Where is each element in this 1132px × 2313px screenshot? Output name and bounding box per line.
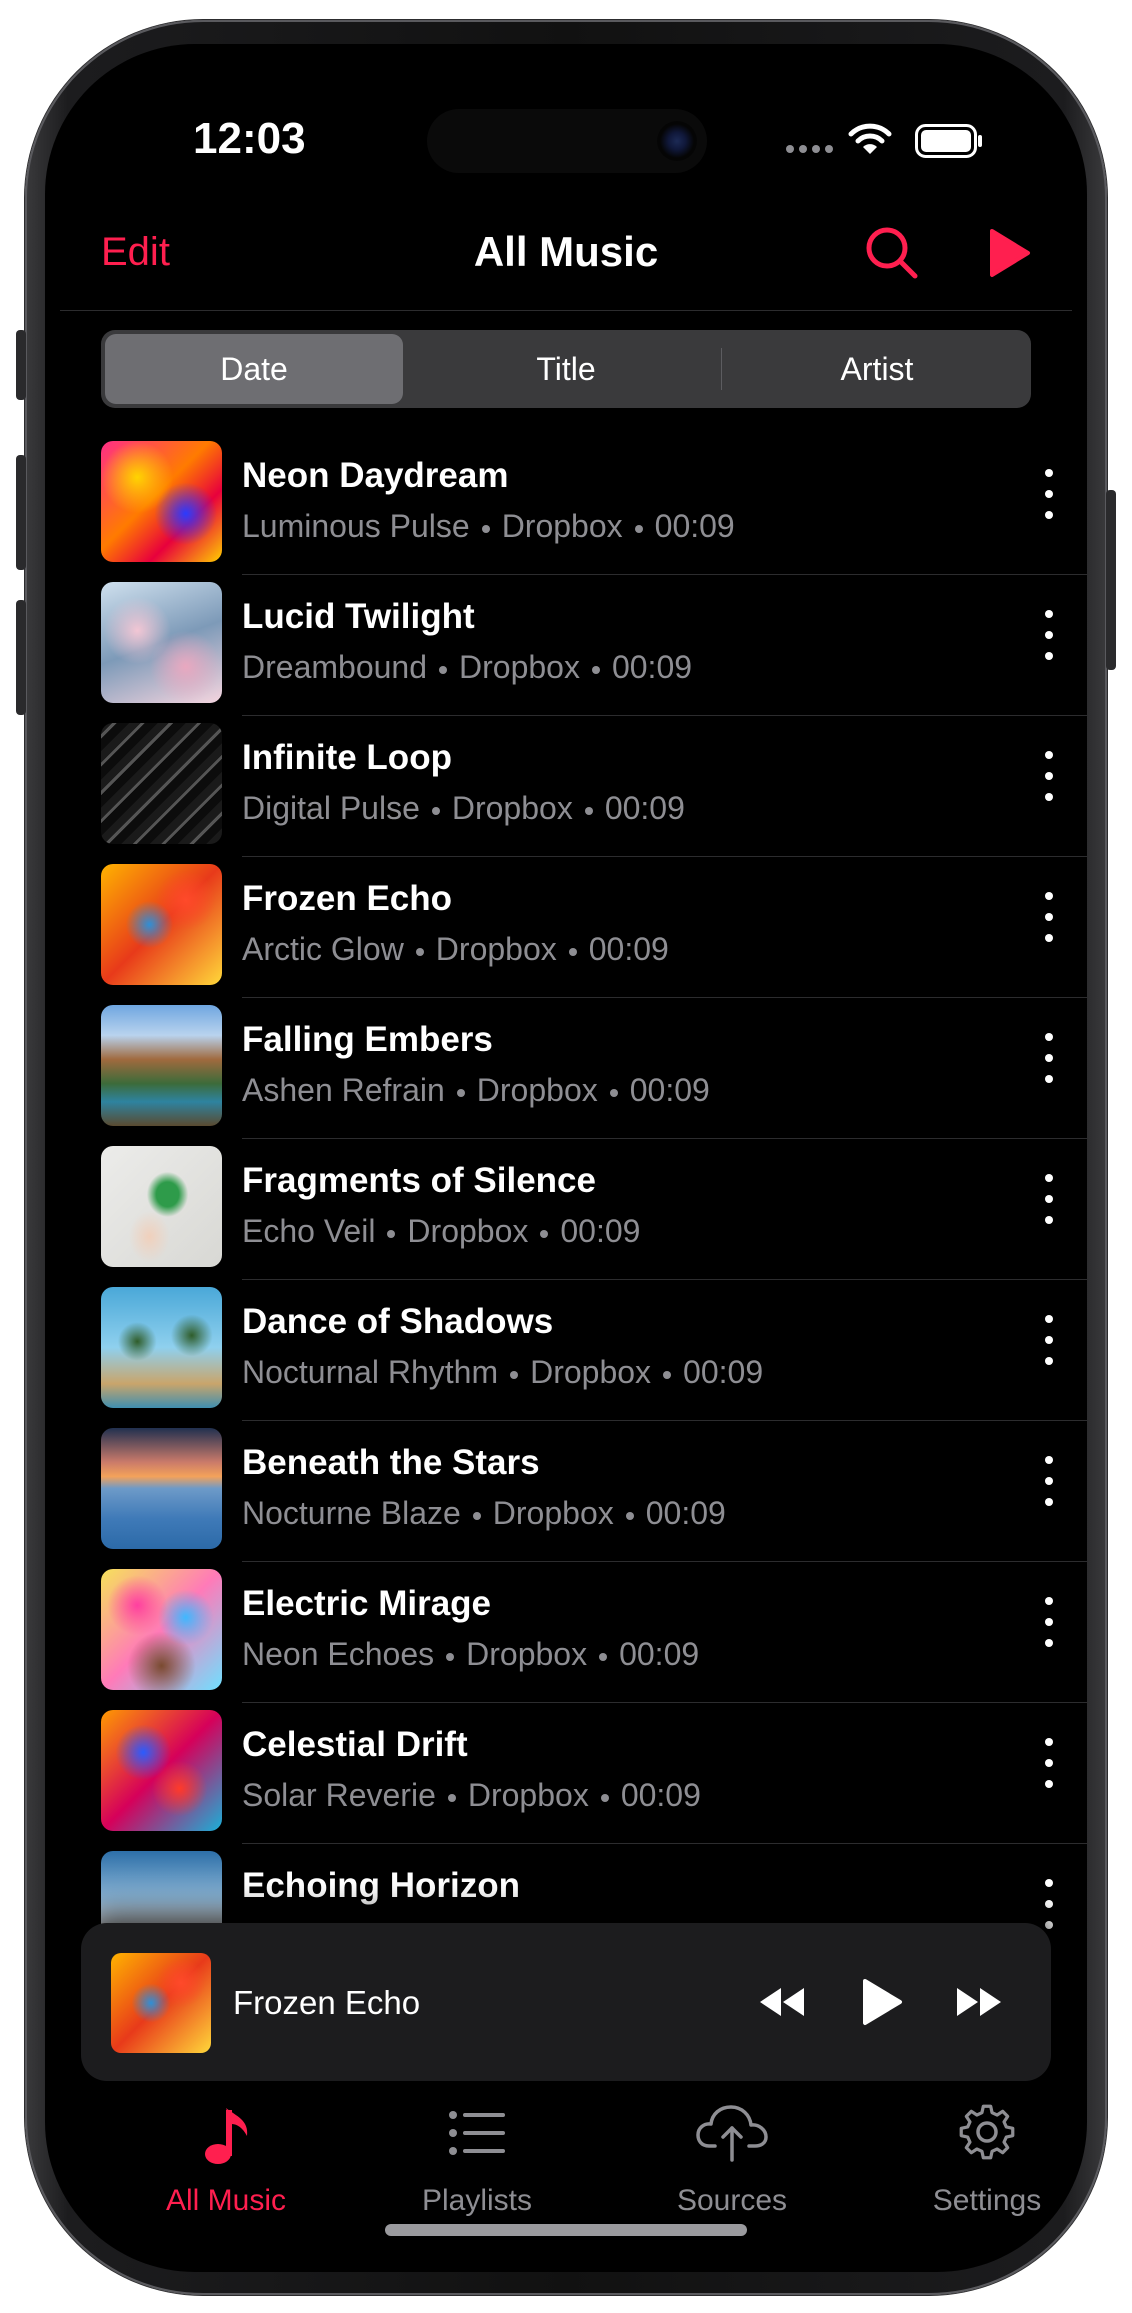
- album-art: [101, 1569, 222, 1690]
- now-playing-title: Frozen Echo: [233, 1984, 421, 2021]
- more-options-icon[interactable]: [1045, 1738, 1053, 1808]
- nav-divider: [60, 310, 1072, 311]
- song-title: Beneath the Stars: [242, 1443, 540, 1482]
- song-title: Falling Embers: [242, 1020, 493, 1059]
- tab-label: Playlists: [421, 2184, 533, 2217]
- home-indicator: [385, 2224, 747, 2236]
- search-icon[interactable]: [863, 224, 921, 287]
- power-button: [1106, 490, 1116, 670]
- song-subtitle: Digital Pulse Dropbox 00:09: [242, 790, 685, 826]
- song-row[interactable]: Dance of Shadows Nocturnal Rhythm Dropbox…: [45, 1280, 1087, 1421]
- more-options-icon[interactable]: [1045, 892, 1053, 962]
- song-row[interactable]: Neon Daydream Luminous Pulse Dropbox 00:09: [45, 434, 1087, 575]
- play-icon[interactable]: [861, 1978, 903, 2031]
- song-row[interactable]: Electric Mirage Neon Echoes Dropbox 00:09: [45, 1562, 1087, 1703]
- song-row[interactable]: Echoing Horizon: [45, 1844, 1087, 1929]
- song-row[interactable]: Falling Embers Ashen Refrain Dropbox 00:09: [45, 998, 1087, 1139]
- song-subtitle: Echo Veil Dropbox 00:09: [242, 1213, 641, 1249]
- song-title: Electric Mirage: [242, 1584, 491, 1623]
- more-options-icon[interactable]: [1045, 1033, 1053, 1103]
- song-title: Echoing Horizon: [242, 1866, 521, 1905]
- more-options-icon[interactable]: [1045, 469, 1053, 539]
- song-row[interactable]: Beneath the Stars Nocturne Blaze Dropbox 0…: [45, 1421, 1087, 1562]
- mini-player[interactable]: Frozen Echo: [81, 1923, 1051, 2081]
- sort-tab-date[interactable]: Date: [105, 334, 403, 404]
- page-title: All Music: [473, 228, 659, 275]
- album-art: [101, 1005, 222, 1126]
- tab-label: Settings: [932, 2184, 1042, 2217]
- volume-down-button: [16, 600, 26, 715]
- app-screen: 12:03 Edit All Music Date Title Artist N…: [45, 44, 1087, 2272]
- more-options-icon[interactable]: [1045, 1174, 1053, 1244]
- volume-up-button: [16, 455, 26, 570]
- fast-forward-icon[interactable]: [954, 1985, 1004, 2024]
- music-note-icon: [201, 2104, 251, 2173]
- album-art: [101, 441, 222, 562]
- album-art: [101, 723, 222, 844]
- more-options-icon[interactable]: [1045, 610, 1053, 680]
- cloud-upload-icon: [695, 2102, 769, 2167]
- sort-tab-title[interactable]: Title: [417, 334, 715, 404]
- action-button: [16, 330, 26, 400]
- more-options-icon[interactable]: [1045, 1456, 1053, 1526]
- more-options-icon[interactable]: [1045, 1597, 1053, 1667]
- song-title: Frozen Echo: [242, 879, 453, 918]
- album-art: [101, 1287, 222, 1408]
- more-options-icon[interactable]: [1045, 1879, 1053, 1929]
- list-icon: [447, 2108, 507, 2163]
- song-subtitle: Neon Echoes Dropbox 00:09: [242, 1636, 700, 1672]
- song-subtitle: Nocturnal Rhythm Dropbox 00:09: [242, 1354, 764, 1390]
- song-subtitle: Ashen Refrain Dropbox 00:09: [242, 1072, 710, 1108]
- camera-icon: [657, 121, 697, 161]
- song-list[interactable]: Neon Daydream Luminous Pulse Dropbox 00:09…: [45, 434, 1087, 1929]
- song-subtitle: Nocturne Blaze Dropbox 00:09: [242, 1495, 726, 1531]
- song-title: Lucid Twilight: [242, 597, 475, 636]
- song-title: Fragments of Silence: [242, 1161, 596, 1200]
- play-all-icon[interactable]: [988, 228, 1032, 283]
- song-subtitle: Arctic Glow Dropbox 00:09: [242, 931, 669, 967]
- album-art: [101, 1851, 222, 1929]
- song-subtitle: Luminous Pulse Dropbox 00:09: [242, 508, 735, 544]
- segment-divider: [721, 348, 722, 390]
- album-art: [101, 1146, 222, 1267]
- song-subtitle: Dreambound Dropbox 00:09: [242, 649, 693, 685]
- song-title: Infinite Loop: [242, 738, 452, 777]
- song-title: Dance of Shadows: [242, 1302, 554, 1341]
- album-art: [101, 1710, 222, 1831]
- song-subtitle: Solar Reverie Dropbox 00:09: [242, 1777, 701, 1813]
- album-art: [101, 864, 222, 985]
- rewind-icon[interactable]: [757, 1985, 807, 2024]
- battery-icon: [915, 124, 985, 163]
- tab-label: All Music: [165, 2184, 286, 2217]
- album-art: [101, 1428, 222, 1549]
- status-time: 12:03: [193, 114, 306, 163]
- song-row[interactable]: Frozen Echo Arctic Glow Dropbox 00:09: [45, 857, 1087, 998]
- more-options-icon[interactable]: [1045, 751, 1053, 821]
- song-row[interactable]: Fragments of Silence Echo Veil Dropbox 00:…: [45, 1139, 1087, 1280]
- now-playing-art: [111, 1953, 211, 2053]
- song-title: Neon Daydream: [242, 456, 509, 495]
- album-art: [101, 582, 222, 703]
- cellular-signal-icon: [785, 141, 835, 153]
- sort-segmented-control: Date Title Artist: [101, 330, 1031, 408]
- sort-tab-artist[interactable]: Artist: [728, 334, 1026, 404]
- tab-label: Sources: [676, 2184, 788, 2217]
- gear-icon: [957, 2102, 1017, 2167]
- wifi-icon: [848, 122, 892, 161]
- song-row[interactable]: Infinite Loop Digital Pulse Dropbox 00:09: [45, 716, 1087, 857]
- song-row[interactable]: Celestial Drift Solar Reverie Dropbox 00:0…: [45, 1703, 1087, 1844]
- more-options-icon[interactable]: [1045, 1315, 1053, 1385]
- song-title: Celestial Drift: [242, 1725, 468, 1764]
- song-row[interactable]: Lucid Twilight Dreambound Dropbox 00:09: [45, 575, 1087, 716]
